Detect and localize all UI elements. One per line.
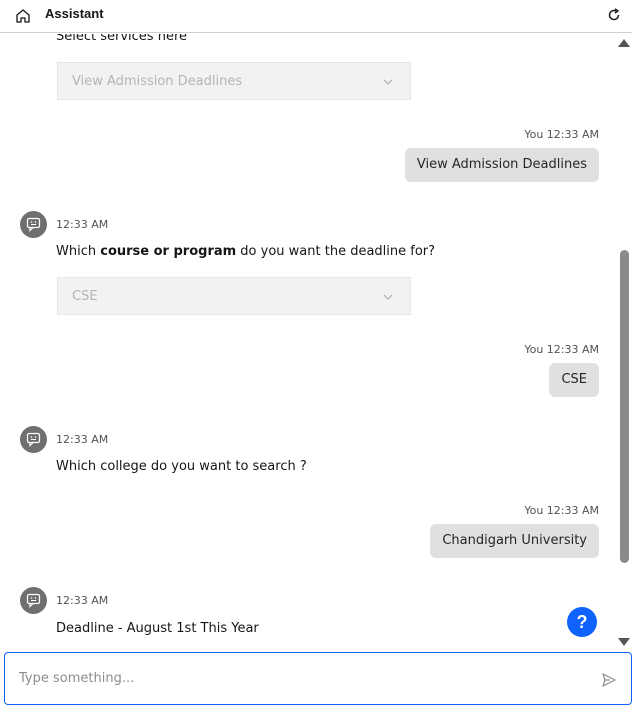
home-icon[interactable] [14, 7, 32, 25]
program-select[interactable]: CSE [57, 277, 411, 315]
bot-message-text: Which college do you want to search ? [56, 459, 307, 474]
user-message-time: You 12:33 AM [524, 343, 599, 356]
bot-message-text: Select services here [56, 34, 188, 44]
select-value: CSE [72, 289, 98, 304]
chevron-down-icon [383, 79, 393, 85]
bot-message-time: 12:33 AM [56, 594, 109, 607]
help-button[interactable]: ? [567, 607, 597, 637]
scrollbar-thumb[interactable] [620, 250, 629, 563]
user-message-time: You 12:33 AM [524, 128, 599, 141]
bot-avatar [20, 211, 47, 238]
user-message-time: You 12:33 AM [524, 504, 599, 517]
chat-bot-icon [26, 593, 41, 608]
service-select[interactable]: View Admission Deadlines [57, 62, 411, 100]
header-title: Assistant [45, 6, 104, 21]
message-composer [4, 652, 632, 705]
bot-message-text: Deadline - August 1st This Year [56, 621, 259, 636]
bot-avatar [20, 426, 47, 453]
scroll-up-arrow[interactable] [618, 39, 630, 47]
header: Assistant [0, 0, 632, 33]
bot-message-time: 12:33 AM [56, 433, 109, 446]
bot-message-text: Which course or program do you want the … [56, 244, 436, 259]
chevron-down-icon [383, 294, 393, 300]
user-message-bubble: CSE [549, 363, 599, 397]
select-value: View Admission Deadlines [72, 74, 243, 89]
bot-avatar [20, 587, 47, 614]
user-message-bubble: View Admission Deadlines [404, 148, 599, 182]
bot-message-time: 12:33 AM [56, 218, 109, 231]
message-input[interactable] [19, 667, 579, 689]
refresh-icon[interactable] [606, 7, 622, 23]
send-icon[interactable] [601, 672, 617, 688]
scroll-down-arrow[interactable] [618, 638, 630, 646]
chat-bot-icon [26, 217, 41, 232]
chat-log: Select services here View Admission Dead… [0, 34, 632, 650]
chat-bot-icon [26, 432, 41, 447]
user-message-bubble: Chandigarh University [430, 524, 599, 558]
